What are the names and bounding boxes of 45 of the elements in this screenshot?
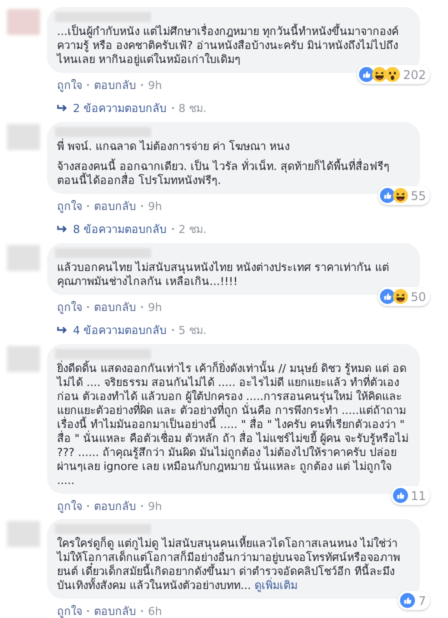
replies-link[interactable]: 8 ข้อความตอบกลับ	[73, 220, 166, 238]
laughing-emoji-icon	[372, 67, 388, 82]
reply-arrow-icon	[57, 224, 68, 234]
replies-link[interactable]: 2 ข้อความตอบกลับ	[73, 99, 166, 117]
like-icon	[392, 488, 408, 503]
avatar	[7, 245, 40, 271]
comment-text: แล้วบอกคนไทย ไม่สนับสนุนหนังไทย หนังต่างประเทศ ราคาเท่ากัน แต่ คุณภาพมันช่างไกลกัน เหลือเกิน...!!!!	[57, 261, 390, 289]
timestamp: 9h	[148, 78, 162, 92]
avatar	[7, 521, 40, 547]
reply-time: 2 ชม.	[178, 222, 206, 238]
timestamp: 9h	[148, 200, 162, 212]
timestamp: 9h	[148, 300, 162, 314]
laughing-emoji-icon	[392, 289, 408, 304]
like-icon	[380, 289, 395, 304]
avatar	[7, 124, 40, 150]
timestamp: 6h	[148, 604, 162, 618]
like-link[interactable]: ถูกใจ	[57, 197, 82, 215]
comment-text: จ้างสองคนนี้ ออกฉากเดียว. เป็น ไวรัล ทั่วเน็ท. สุดท้ายก็ได้พื้นที่สื่อฟรีๆ ตอนนี้ได้ออกสื่อ โปรโมทหนังฟรีๆ.	[57, 160, 390, 188]
reply-link[interactable]: ตอบกลับ	[94, 76, 136, 94]
like-link[interactable]: ถูกใจ	[57, 497, 82, 515]
reply-link[interactable]: ตอบกลับ	[94, 602, 136, 618]
reply-link[interactable]: ตอบกลับ	[94, 298, 136, 316]
reply-arrow-icon	[57, 104, 68, 112]
avatar	[7, 9, 40, 35]
reply-arrow-icon	[57, 326, 68, 334]
reply-time: 5 ชม.	[178, 323, 206, 339]
reply-link[interactable]: ตอบกลับ	[94, 497, 136, 515]
comment-text: ยิ่งดีดดิ้น แสดงออกกันเท่าไร เค้าก็ยิ่งดังเท่านั้น // มนุษย์ ดิชว รู้หมด แต่ อดไม่ได้ .... จริยธรรม สอนกันไม่ได้ ..... อะไรไม่ดี แยกแยะแล้ว ทำที่ตัวเองก่อน ตัวเองทำได้ แล้วบอก ผู้ใต้ปกครอง .....การสอนคนรุ่นใหม่ ให้คิดและแยกแยะตัวอย่างที่ผิด และ ตัวอย่างที่ถูก นั่นคือ การพึงกระทำ .....แต่ถ้าถามเรื่องนี้ ทำไมมันออกมาเป็นอย่างนี้ ..... " สื่อ " ไงครับ คนที่เรียกตัวเองว่า " สื่อ " นั่นแหละ คือตัวเชื่อม ตัวหลัก ถ้า สื่อ ไม่แชร์ไม่ขยี้ ผู้คน จะรับรู้หรือไม่ ??? ...... ถ้าคุณรู้สึกว่า มันผิด มันไม่ถูกต้อง ไม่ต้องไปให้ราคาครับ ปล่อยผ่านๆเลย ignore เลย เหมือนกับกฎหมาย นั่นแหละ ถูกต้อง แต่ ไม่ถูกใจ .....	[57, 362, 410, 488]
like-icon	[400, 593, 416, 608]
like-icon	[380, 188, 395, 203]
like-link[interactable]: ถูกใจ	[57, 602, 82, 618]
like-link[interactable]: ถูกใจ	[57, 76, 82, 94]
comment-text: ใครใคร่ดูก็ดู แต่กูไม่ดู ไม่สนับสนุนคนเหี้ยแลวไดโอกาสเลนหนง ไม่ใช่ว่าไม่ให้โอกาสเด็กแต่โอกาสก็มีอย่างอื่นกว่ามาอยู่บนจอโทรทัศน์หรือจอภาพยนต์ เดี๋ยวเด็กสมัยนี้เกิดอยากดังขึ้นมา ด่าตำรวจอัดคลิปโชว์อีก ทีนี้ละมึงบันเทิงทั้งสังคม แล้วในหนังตัวอย่างบทท... ดูเพิ่มเติม	[57, 537, 401, 593]
like-icon	[359, 67, 374, 82]
laughing-emoji-icon	[392, 188, 408, 203]
surprised-emoji-icon	[385, 67, 400, 82]
avatar	[7, 346, 40, 372]
comment-text: พี่ พจน์. แกฉลาด ไม่ต้องการจ่าย ค่า โฆษณา หนง	[57, 140, 290, 154]
see-more-link[interactable]: ดูเพิ่มเติม	[254, 579, 298, 592]
comment-text: ...เป็นผู้กำกับหนัง แต่ไม่ศึกษาเรื่องกฎหมาย ทุกวันนี้ทำหนังขึ้นมาจากองค์ความรู้ หรือ องคชาติครับเฟ้? อ่านหนังสือบ้างนะครับ มิน่าหนังถึงไม่ไปถึงไหนเลย หากินอยู่แต่ในหม้อเก่าใบเดิมๆ	[57, 25, 400, 67]
replies-link[interactable]: 4 ข้อความตอบกลับ	[73, 321, 166, 339]
reply-time: 8 ชม.	[178, 101, 206, 117]
timestamp: 9h	[148, 500, 162, 512]
like-link[interactable]: ถูกใจ	[57, 298, 82, 316]
reply-link[interactable]: ตอบกลับ	[94, 197, 136, 215]
